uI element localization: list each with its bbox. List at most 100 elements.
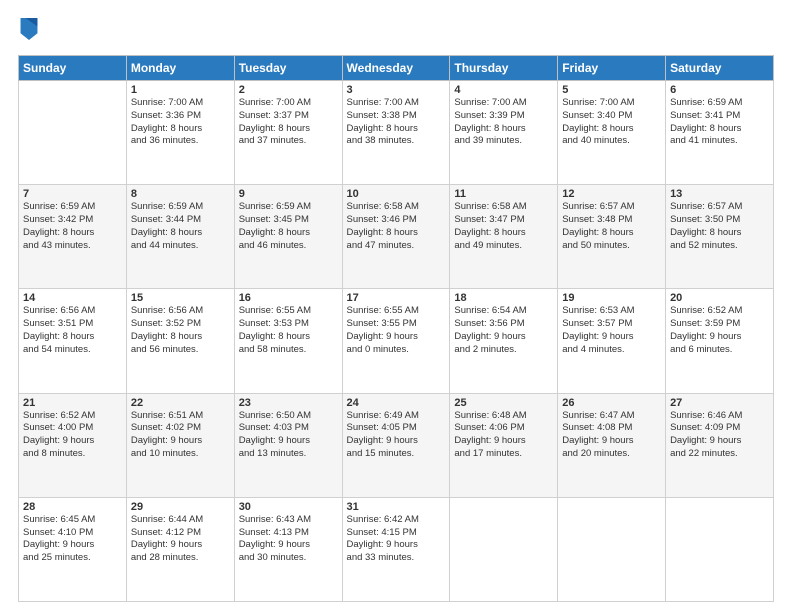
- day-info: Sunrise: 7:00 AMSunset: 3:36 PMDaylight:…: [131, 97, 230, 148]
- calendar-cell: 13Sunrise: 6:57 AMSunset: 3:50 PMDayligh…: [666, 185, 774, 289]
- day-number: 21: [23, 397, 122, 409]
- day-info: Sunrise: 6:52 AMSunset: 3:59 PMDaylight:…: [670, 305, 769, 356]
- calendar-cell: 4Sunrise: 7:00 AMSunset: 3:39 PMDaylight…: [450, 81, 558, 185]
- day-info: Sunrise: 7:00 AMSunset: 3:39 PMDaylight:…: [454, 97, 553, 148]
- day-number: 31: [347, 501, 446, 513]
- day-number: 24: [347, 397, 446, 409]
- day-info: Sunrise: 6:58 AMSunset: 3:46 PMDaylight:…: [347, 201, 446, 252]
- calendar-cell: 17Sunrise: 6:55 AMSunset: 3:55 PMDayligh…: [342, 289, 450, 393]
- calendar-cell: 26Sunrise: 6:47 AMSunset: 4:08 PMDayligh…: [558, 393, 666, 497]
- day-number: 11: [454, 188, 553, 200]
- day-info: Sunrise: 6:54 AMSunset: 3:56 PMDaylight:…: [454, 305, 553, 356]
- calendar-cell: [558, 497, 666, 601]
- calendar-cell: 15Sunrise: 6:56 AMSunset: 3:52 PMDayligh…: [126, 289, 234, 393]
- calendar-cell: 11Sunrise: 6:58 AMSunset: 3:47 PMDayligh…: [450, 185, 558, 289]
- day-number: 22: [131, 397, 230, 409]
- day-info: Sunrise: 6:44 AMSunset: 4:12 PMDaylight:…: [131, 514, 230, 565]
- weekday-header: Monday: [126, 56, 234, 81]
- day-number: 26: [562, 397, 661, 409]
- calendar-cell: 27Sunrise: 6:46 AMSunset: 4:09 PMDayligh…: [666, 393, 774, 497]
- day-number: 15: [131, 292, 230, 304]
- day-number: 28: [23, 501, 122, 513]
- day-number: 23: [239, 397, 338, 409]
- day-number: 8: [131, 188, 230, 200]
- day-number: 3: [347, 84, 446, 96]
- day-info: Sunrise: 6:42 AMSunset: 4:15 PMDaylight:…: [347, 514, 446, 565]
- page: SundayMondayTuesdayWednesdayThursdayFrid…: [0, 0, 792, 612]
- day-info: Sunrise: 6:45 AMSunset: 4:10 PMDaylight:…: [23, 514, 122, 565]
- day-info: Sunrise: 7:00 AMSunset: 3:37 PMDaylight:…: [239, 97, 338, 148]
- day-info: Sunrise: 7:00 AMSunset: 3:40 PMDaylight:…: [562, 97, 661, 148]
- calendar-cell: 28Sunrise: 6:45 AMSunset: 4:10 PMDayligh…: [19, 497, 127, 601]
- day-info: Sunrise: 6:59 AMSunset: 3:42 PMDaylight:…: [23, 201, 122, 252]
- weekday-header: Tuesday: [234, 56, 342, 81]
- calendar-cell: 31Sunrise: 6:42 AMSunset: 4:15 PMDayligh…: [342, 497, 450, 601]
- calendar-cell: 29Sunrise: 6:44 AMSunset: 4:12 PMDayligh…: [126, 497, 234, 601]
- calendar-cell: 1Sunrise: 7:00 AMSunset: 3:36 PMDaylight…: [126, 81, 234, 185]
- calendar-cell: 7Sunrise: 6:59 AMSunset: 3:42 PMDaylight…: [19, 185, 127, 289]
- header: [18, 18, 774, 45]
- day-number: 30: [239, 501, 338, 513]
- calendar: SundayMondayTuesdayWednesdayThursdayFrid…: [18, 55, 774, 602]
- calendar-cell: 5Sunrise: 7:00 AMSunset: 3:40 PMDaylight…: [558, 81, 666, 185]
- calendar-cell: 8Sunrise: 6:59 AMSunset: 3:44 PMDaylight…: [126, 185, 234, 289]
- calendar-cell: 18Sunrise: 6:54 AMSunset: 3:56 PMDayligh…: [450, 289, 558, 393]
- calendar-cell: 9Sunrise: 6:59 AMSunset: 3:45 PMDaylight…: [234, 185, 342, 289]
- day-number: 6: [670, 84, 769, 96]
- day-info: Sunrise: 6:53 AMSunset: 3:57 PMDaylight:…: [562, 305, 661, 356]
- day-number: 1: [131, 84, 230, 96]
- day-number: 16: [239, 292, 338, 304]
- day-info: Sunrise: 6:46 AMSunset: 4:09 PMDaylight:…: [670, 410, 769, 461]
- day-info: Sunrise: 6:56 AMSunset: 3:52 PMDaylight:…: [131, 305, 230, 356]
- weekday-header: Wednesday: [342, 56, 450, 81]
- day-number: 19: [562, 292, 661, 304]
- day-number: 2: [239, 84, 338, 96]
- day-info: Sunrise: 6:50 AMSunset: 4:03 PMDaylight:…: [239, 410, 338, 461]
- calendar-cell: 30Sunrise: 6:43 AMSunset: 4:13 PMDayligh…: [234, 497, 342, 601]
- calendar-cell: 21Sunrise: 6:52 AMSunset: 4:00 PMDayligh…: [19, 393, 127, 497]
- day-info: Sunrise: 6:55 AMSunset: 3:55 PMDaylight:…: [347, 305, 446, 356]
- day-info: Sunrise: 6:48 AMSunset: 4:06 PMDaylight:…: [454, 410, 553, 461]
- day-number: 29: [131, 501, 230, 513]
- day-info: Sunrise: 6:43 AMSunset: 4:13 PMDaylight:…: [239, 514, 338, 565]
- day-number: 18: [454, 292, 553, 304]
- calendar-cell: 22Sunrise: 6:51 AMSunset: 4:02 PMDayligh…: [126, 393, 234, 497]
- day-number: 20: [670, 292, 769, 304]
- calendar-cell: 24Sunrise: 6:49 AMSunset: 4:05 PMDayligh…: [342, 393, 450, 497]
- weekday-header: Sunday: [19, 56, 127, 81]
- calendar-cell: 19Sunrise: 6:53 AMSunset: 3:57 PMDayligh…: [558, 289, 666, 393]
- calendar-cell: [19, 81, 127, 185]
- weekday-header: Saturday: [666, 56, 774, 81]
- day-number: 10: [347, 188, 446, 200]
- calendar-cell: 25Sunrise: 6:48 AMSunset: 4:06 PMDayligh…: [450, 393, 558, 497]
- calendar-cell: 12Sunrise: 6:57 AMSunset: 3:48 PMDayligh…: [558, 185, 666, 289]
- day-info: Sunrise: 6:58 AMSunset: 3:47 PMDaylight:…: [454, 201, 553, 252]
- calendar-cell: 14Sunrise: 6:56 AMSunset: 3:51 PMDayligh…: [19, 289, 127, 393]
- day-info: Sunrise: 6:59 AMSunset: 3:44 PMDaylight:…: [131, 201, 230, 252]
- day-number: 14: [23, 292, 122, 304]
- day-number: 25: [454, 397, 553, 409]
- day-number: 13: [670, 188, 769, 200]
- day-number: 7: [23, 188, 122, 200]
- day-info: Sunrise: 6:52 AMSunset: 4:00 PMDaylight:…: [23, 410, 122, 461]
- calendar-cell: 16Sunrise: 6:55 AMSunset: 3:53 PMDayligh…: [234, 289, 342, 393]
- day-info: Sunrise: 6:59 AMSunset: 3:41 PMDaylight:…: [670, 97, 769, 148]
- calendar-cell: [450, 497, 558, 601]
- day-number: 17: [347, 292, 446, 304]
- day-info: Sunrise: 6:57 AMSunset: 3:50 PMDaylight:…: [670, 201, 769, 252]
- calendar-cell: 20Sunrise: 6:52 AMSunset: 3:59 PMDayligh…: [666, 289, 774, 393]
- calendar-cell: 2Sunrise: 7:00 AMSunset: 3:37 PMDaylight…: [234, 81, 342, 185]
- day-info: Sunrise: 6:56 AMSunset: 3:51 PMDaylight:…: [23, 305, 122, 356]
- day-info: Sunrise: 6:59 AMSunset: 3:45 PMDaylight:…: [239, 201, 338, 252]
- calendar-cell: 3Sunrise: 7:00 AMSunset: 3:38 PMDaylight…: [342, 81, 450, 185]
- calendar-cell: 6Sunrise: 6:59 AMSunset: 3:41 PMDaylight…: [666, 81, 774, 185]
- logo: [18, 18, 42, 45]
- calendar-cell: 23Sunrise: 6:50 AMSunset: 4:03 PMDayligh…: [234, 393, 342, 497]
- day-number: 9: [239, 188, 338, 200]
- day-info: Sunrise: 6:49 AMSunset: 4:05 PMDaylight:…: [347, 410, 446, 461]
- day-number: 4: [454, 84, 553, 96]
- calendar-cell: [666, 497, 774, 601]
- day-info: Sunrise: 6:55 AMSunset: 3:53 PMDaylight:…: [239, 305, 338, 356]
- day-info: Sunrise: 6:57 AMSunset: 3:48 PMDaylight:…: [562, 201, 661, 252]
- day-number: 12: [562, 188, 661, 200]
